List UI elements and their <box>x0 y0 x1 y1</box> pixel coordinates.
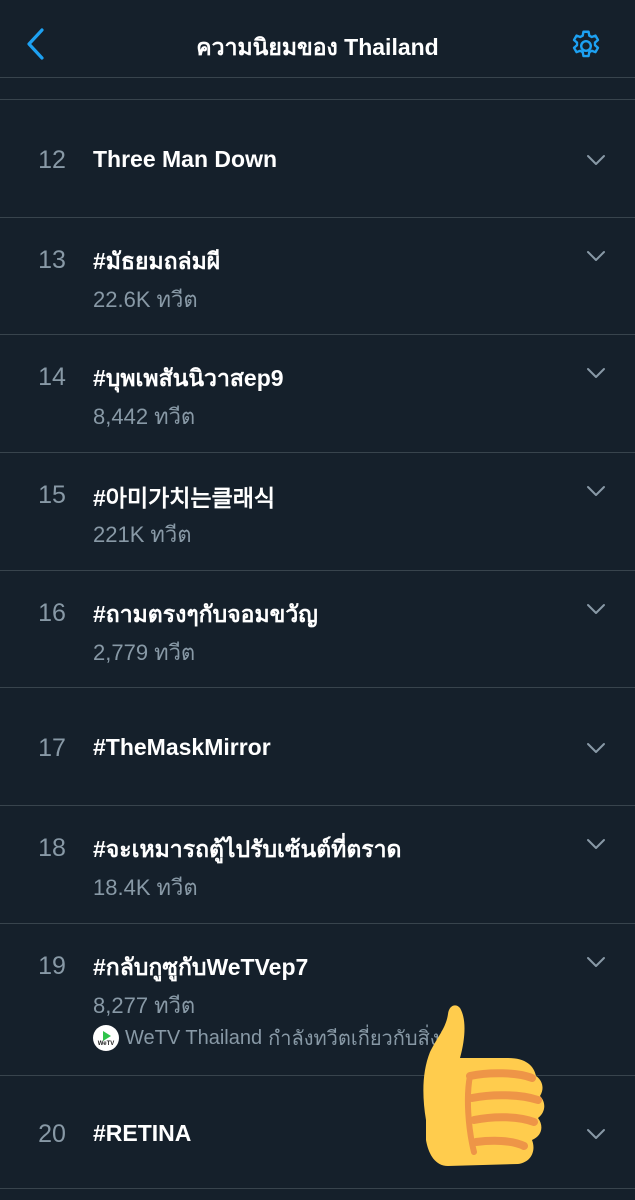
trend-rank: 13 <box>38 246 66 274</box>
chevron-down-icon <box>587 486 605 496</box>
tweet-count: 22.6K ทวีต <box>93 282 198 317</box>
trend-menu-button[interactable] <box>582 242 610 270</box>
divider <box>0 1188 635 1189</box>
page-title: ความนิยมของ Thailand <box>196 34 439 60</box>
trend-rank: 19 <box>38 952 66 980</box>
trend-rank: 17 <box>38 734 66 762</box>
tweet-count: 18.4K ทวีต <box>93 870 198 905</box>
tweet-count: 2,779 ทวีต <box>93 635 195 670</box>
trend-rank: 16 <box>38 599 66 627</box>
trend-menu-button[interactable] <box>582 146 610 174</box>
tweet-count-unit: ทวีต <box>156 875 198 900</box>
tweet-count-unit: ทวีต <box>154 404 196 429</box>
top-bar: ความนิยมของ Thailand <box>0 0 635 78</box>
trend-menu-button[interactable] <box>582 1120 610 1148</box>
chevron-down-icon <box>587 1129 605 1139</box>
tweet-count: 221K ทวีต <box>93 517 192 552</box>
trend-menu-button[interactable] <box>582 477 610 505</box>
trend-name: #TheMaskMirror <box>93 734 271 760</box>
tweet-count-unit: ทวีต <box>154 640 196 665</box>
trend-rank: 15 <box>38 481 66 509</box>
trend-menu-button[interactable] <box>582 830 610 858</box>
trend-name: #บุพเพสันนิวาสep9 <box>93 365 284 391</box>
chevron-down-icon <box>587 604 605 614</box>
chevron-down-icon <box>587 368 605 378</box>
trend-name: #มัธยมถล่มผี <box>93 248 221 274</box>
promo-account-name: WeTV Thailand <box>125 1026 263 1049</box>
trend-name: #จะเหมารถตู้ไปรับเซ้นต์ที่ตราด <box>93 836 402 862</box>
trend-menu-button[interactable] <box>582 948 610 976</box>
chevron-down-icon <box>587 957 605 967</box>
trend-item[interactable]: 18 #จะเหมารถตู้ไปรับเซ้นต์ที่ตราด 18.4K ท… <box>0 806 635 924</box>
trend-rank: 12 <box>38 146 66 174</box>
trend-name: #아미가치는클래식 <box>93 485 276 511</box>
trend-item[interactable]: 15 #아미가치는클래식 221K ทวีต <box>0 453 635 571</box>
trend-rank: 14 <box>38 363 66 391</box>
chevron-down-icon <box>587 251 605 261</box>
tweet-count-value: 8,442 <box>93 404 149 429</box>
wetv-logo-icon: WeTV <box>93 1025 119 1051</box>
chevron-down-icon <box>587 743 605 753</box>
settings-button[interactable] <box>566 26 606 66</box>
trend-name: #กลับกูซูกับWeTVep7 <box>93 954 309 980</box>
tweet-count-unit: ทวีต <box>154 993 196 1018</box>
trend-item[interactable]: 17 #TheMaskMirror <box>0 688 635 806</box>
trend-name: #ถามตรงๆกับจอมขวัญ <box>93 601 318 627</box>
trend-menu-button[interactable] <box>582 595 610 623</box>
thumbs-up-icon <box>423 1005 545 1166</box>
trend-menu-button[interactable] <box>582 359 610 387</box>
chevron-down-icon <box>587 839 605 849</box>
tweet-count-unit: ทวีต <box>156 287 198 312</box>
trend-name: Three Man Down <box>93 146 278 172</box>
trend-menu-button[interactable] <box>582 734 610 762</box>
tweet-count: 8,277 ทวีต <box>93 988 195 1023</box>
trend-item[interactable]: 12 Three Man Down <box>0 100 635 218</box>
trend-item[interactable]: 16 #ถามตรงๆกับจอมขวัญ 2,779 ทวีต <box>0 571 635 688</box>
tweet-count-value: 2,779 <box>93 640 149 665</box>
trend-item[interactable]: 14 #บุพเพสันนิวาสep9 8,442 ทวีต <box>0 335 635 453</box>
trend-item[interactable]: 13 #มัธยมถล่มผี 22.6K ทวีต <box>0 218 635 335</box>
gear-icon <box>572 30 600 58</box>
logo-text: WeTV <box>97 1041 115 1047</box>
tweet-count: 8,442 ทวีต <box>93 399 195 434</box>
chevron-down-icon <box>587 155 605 165</box>
tweet-count-value: 22.6K <box>93 287 151 312</box>
trend-context[interactable]: WeTV WeTV Thailand กำลังทวีตเกี่ยวกับสิ่… <box>93 1022 453 1054</box>
tweet-count-value: 221K <box>93 522 145 547</box>
tweet-count-value: 8,277 <box>93 993 149 1018</box>
tweet-count-value: 18.4K <box>93 875 151 900</box>
trend-rank: 18 <box>38 834 66 862</box>
tweet-count-unit: ทวีต <box>150 522 192 547</box>
trend-rank: 20 <box>38 1120 66 1148</box>
